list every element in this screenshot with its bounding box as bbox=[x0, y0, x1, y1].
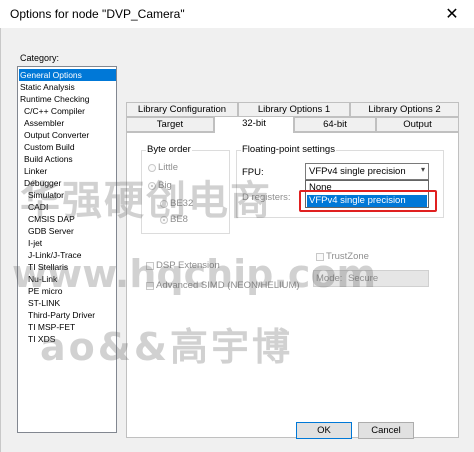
category-item-cmsis-dap[interactable]: CMSIS DAP bbox=[28, 213, 75, 225]
ok-button[interactable]: OK bbox=[296, 422, 352, 439]
category-item-runtime-checking[interactable]: Runtime Checking bbox=[20, 93, 89, 105]
category-item-c-compiler[interactable]: C/C++ Compiler bbox=[24, 105, 85, 117]
category-item-j-link[interactable]: J-Link/J-Trace bbox=[28, 249, 82, 261]
chevron-down-icon: ▾ bbox=[420, 165, 425, 174]
advanced-simd-checkbox[interactable] bbox=[146, 282, 154, 290]
category-item-output-converter[interactable]: Output Converter bbox=[24, 129, 89, 141]
d-registers-label: D registers: bbox=[242, 192, 291, 203]
category-item-ti-xds[interactable]: TI XDS bbox=[28, 333, 55, 345]
tab-64-bit[interactable]: 64-bit bbox=[294, 117, 376, 132]
category-item-build-actions[interactable]: Build Actions bbox=[24, 153, 73, 165]
be8-radio[interactable] bbox=[160, 216, 168, 224]
trustzone-label: TrustZone bbox=[326, 251, 369, 262]
little-label: Little bbox=[158, 162, 179, 173]
category-item-debugger[interactable]: Debugger bbox=[24, 177, 61, 189]
tab-32-bit[interactable]: 32-bit bbox=[214, 116, 294, 133]
mode-label: Mode: bbox=[316, 273, 343, 284]
category-item-general-options[interactable]: General Options bbox=[19, 69, 116, 81]
fpu-select-value: VFPv4 single precision bbox=[309, 166, 406, 177]
category-item-ti-stellaris[interactable]: TI Stellaris bbox=[28, 261, 68, 273]
trustzone-checkbox[interactable] bbox=[316, 253, 324, 261]
close-icon[interactable]: ✕ bbox=[430, 0, 474, 28]
advanced-simd-label: Advanced SIMD (NEON/HELIUM) bbox=[156, 280, 300, 291]
category-item-assembler[interactable]: Assembler bbox=[24, 117, 64, 129]
fpu-select[interactable]: VFPv4 single precision ▾ bbox=[305, 163, 429, 180]
be32-radio[interactable] bbox=[160, 200, 168, 208]
cancel-button[interactable]: Cancel bbox=[358, 422, 414, 439]
category-list[interactable]: General Options Static Analysis Runtime … bbox=[17, 66, 117, 433]
tab-library-configuration[interactable]: Library Configuration bbox=[126, 102, 238, 117]
floating-point-label: Floating-point settings bbox=[241, 144, 336, 155]
highlight-annotation bbox=[299, 190, 437, 212]
byte-order-label: Byte order bbox=[146, 144, 192, 155]
tab-output[interactable]: Output bbox=[376, 117, 459, 132]
category-item-linker[interactable]: Linker bbox=[24, 165, 47, 177]
category-item-cadi[interactable]: CADI bbox=[28, 201, 48, 213]
category-item-custom-build[interactable]: Custom Build bbox=[24, 141, 75, 153]
category-item-third-party-driver[interactable]: Third-Party Driver bbox=[28, 309, 95, 321]
tab-target[interactable]: Target bbox=[126, 117, 214, 132]
category-item-st-link[interactable]: ST-LINK bbox=[28, 297, 60, 309]
mode-select-value: Secure bbox=[348, 273, 379, 284]
dsp-extension-label: DSP Extension bbox=[156, 260, 220, 271]
category-item-nu-link[interactable]: Nu-Link bbox=[28, 273, 57, 285]
be8-label: BE8 bbox=[170, 214, 188, 225]
little-radio[interactable] bbox=[148, 164, 156, 172]
title-bar: Options for node "DVP_Camera" ✕ bbox=[0, 0, 474, 28]
tab-library-options-2[interactable]: Library Options 2 bbox=[350, 102, 459, 117]
tab-library-options-1[interactable]: Library Options 1 bbox=[238, 102, 350, 117]
be32-label: BE32 bbox=[170, 198, 194, 209]
category-label: Category: bbox=[20, 53, 60, 63]
category-item-ti-msp-fet[interactable]: TI MSP-FET bbox=[28, 321, 75, 333]
category-item-static-analysis[interactable]: Static Analysis bbox=[20, 81, 75, 93]
category-item-simulator[interactable]: Simulator bbox=[28, 189, 64, 201]
dsp-extension-checkbox[interactable] bbox=[146, 262, 154, 270]
category-item-i-jet[interactable]: I-jet bbox=[28, 237, 42, 249]
big-label: Big bbox=[158, 180, 172, 191]
category-item-pe-micro[interactable]: PE micro bbox=[28, 285, 62, 297]
big-radio[interactable] bbox=[148, 182, 156, 190]
fpu-label: FPU: bbox=[242, 167, 264, 178]
window-title: Options for node "DVP_Camera" bbox=[10, 7, 185, 21]
category-item-gdb-server[interactable]: GDB Server bbox=[28, 225, 74, 237]
